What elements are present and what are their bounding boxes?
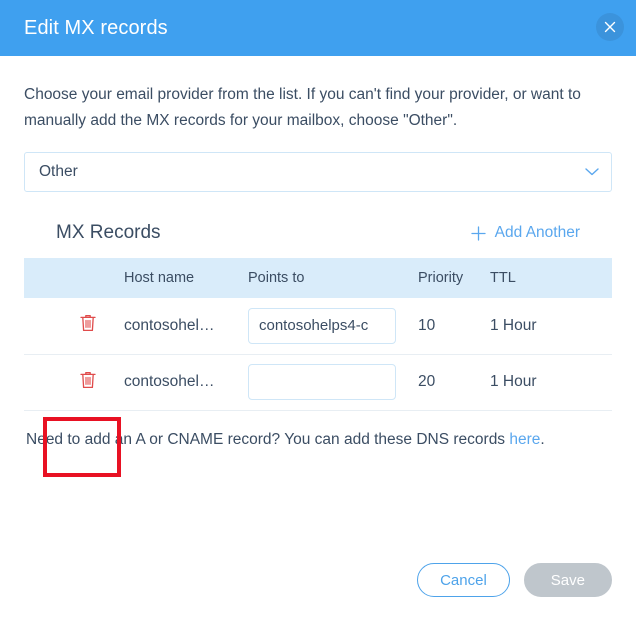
dialog-header: Edit MX records [0,0,636,56]
column-header-ttl: TTL [490,258,612,298]
intro-text: Choose your email provider from the list… [24,86,581,129]
delete-cell-row-1 [24,298,124,355]
cancel-button[interactable]: Cancel [417,563,510,597]
column-header-actions [24,258,124,298]
provider-select[interactable]: Other [24,152,612,192]
table-row: contosohel… 20 1 Hour [24,354,612,411]
points-to-cell [248,354,418,411]
page-title: Edit MX records [24,17,168,39]
priority-cell: 10 [418,298,490,355]
trash-icon [80,371,96,388]
dns-note-text-before: Need to add an A or CNAME record? You ca… [26,430,510,448]
dns-records-link[interactable]: here [509,431,540,448]
delete-cell-row-2 [24,354,124,411]
table-row: contosohel… 10 1 Hour [24,298,612,355]
edit-mx-records-dialog: Edit MX records Choose your email provid… [0,0,636,621]
records-header: MX Records Add Another [24,222,612,244]
ttl-cell: 1 Hour [490,354,612,411]
delete-record-button[interactable] [80,371,96,389]
plus-icon [471,225,486,241]
close-icon [604,21,616,33]
add-another-label: Add Another [494,224,580,241]
points-to-input[interactable] [248,307,396,344]
table-header-row: Host name Points to Priority TTL [24,258,612,298]
dialog-body: Choose your email provider from the list… [0,56,636,563]
points-to-input[interactable] [248,364,396,400]
host-name-cell: contosohel… [124,298,248,355]
points-to-cell [248,298,418,355]
chevron-down-icon [585,168,599,177]
dns-note: Need to add an A or CNAME record? You ca… [26,429,612,451]
host-name-cell: contosohel… [124,354,248,411]
column-header-points-to: Points to [248,258,418,298]
delete-record-button[interactable] [80,314,96,332]
save-button: Save [523,563,612,597]
trash-icon [80,315,96,332]
add-another-button[interactable]: Add Another [471,224,580,242]
ttl-cell: 1 Hour [490,298,612,355]
priority-cell: 20 [418,354,490,411]
column-header-priority: Priority [418,258,490,298]
column-header-host-name: Host name [124,258,248,298]
dialog-footer: Cancel Save [0,563,636,621]
dns-note-text-after: . [540,430,545,448]
records-section-title: MX Records [56,222,161,243]
mx-records-table: Host name Points to Priority TTL contoso… [24,258,612,411]
provider-select-value: Other [39,163,78,180]
close-button[interactable] [596,13,624,41]
